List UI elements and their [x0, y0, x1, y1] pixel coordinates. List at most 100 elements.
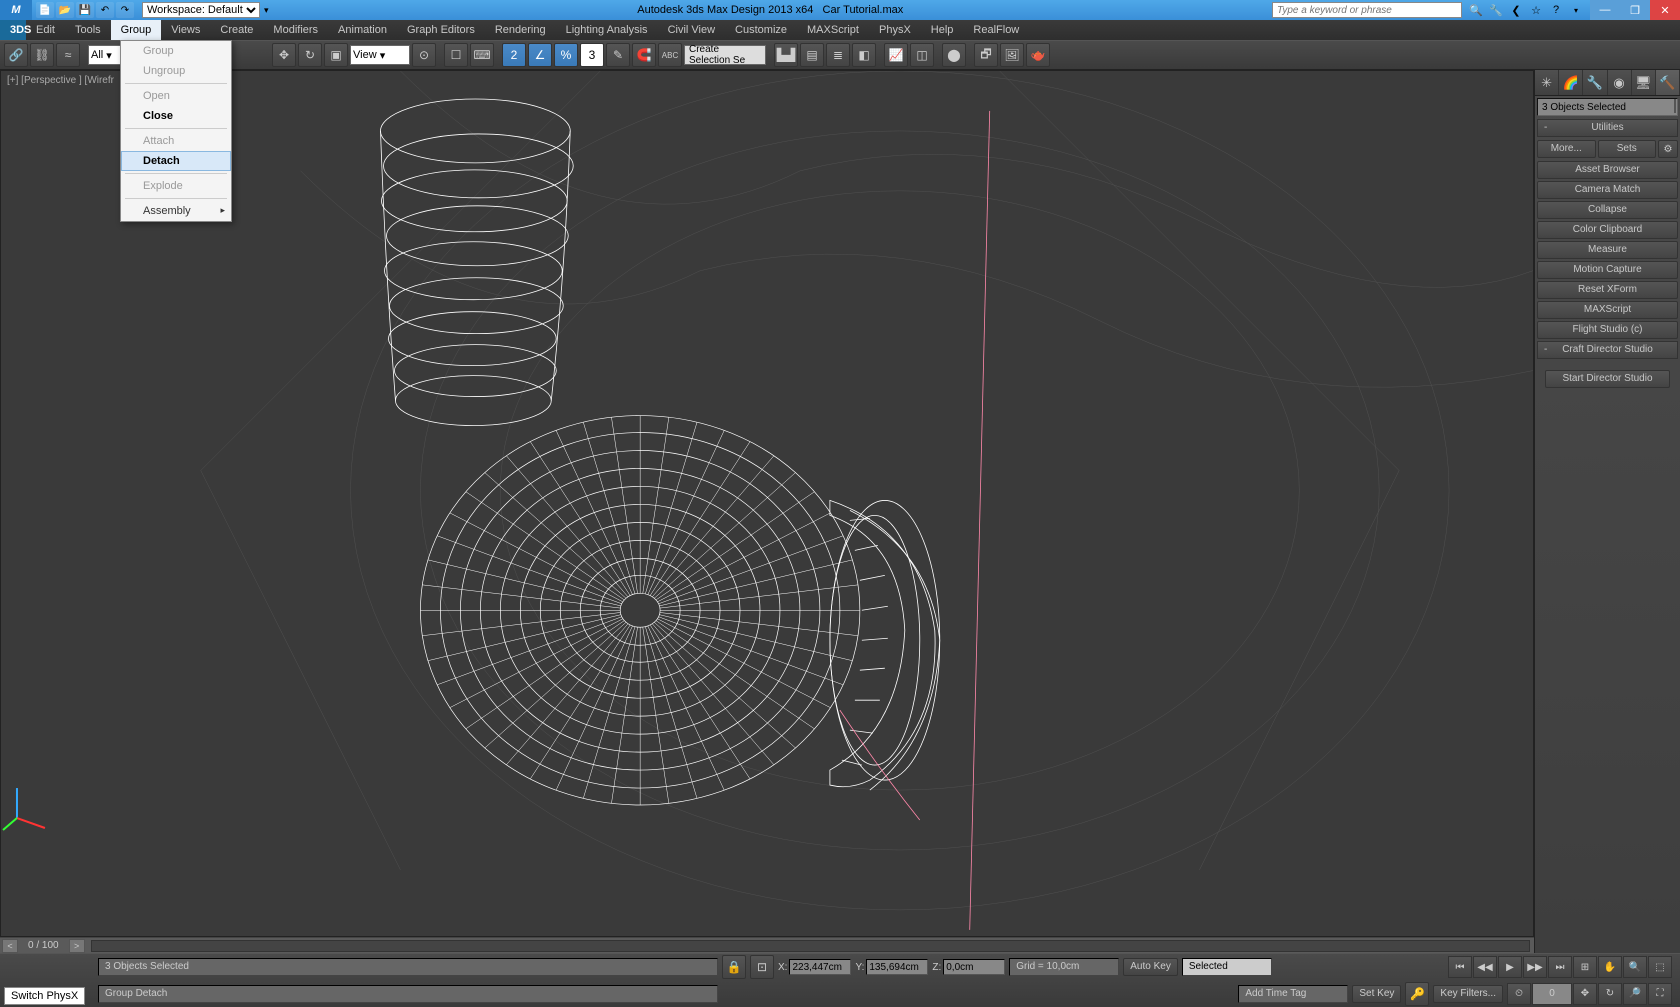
- new-file-icon[interactable]: 📄: [36, 2, 54, 18]
- app-logo[interactable]: M: [0, 0, 32, 20]
- key-icon[interactable]: 🔧: [1488, 2, 1504, 18]
- key-filters-button[interactable]: Key Filters...: [1433, 985, 1503, 1003]
- binoculars-icon[interactable]: 🔍: [1468, 2, 1484, 18]
- start-director-button[interactable]: Start Director Studio: [1545, 370, 1670, 388]
- current-frame-input[interactable]: 0: [1532, 983, 1572, 1005]
- motion-capture-button[interactable]: Motion Capture: [1537, 261, 1678, 279]
- time-slider[interactable]: < 0 / 100 >: [0, 937, 1534, 953]
- app-menu-button[interactable]: 3DS: [0, 20, 26, 40]
- material-editor-icon[interactable]: ⬤: [942, 43, 966, 67]
- x-coord-input[interactable]: [789, 959, 851, 975]
- goto-start-icon[interactable]: ⏮: [1448, 956, 1472, 978]
- menu-group[interactable]: Group: [111, 20, 162, 40]
- workspace-selector[interactable]: Workspace: Default ▾: [142, 2, 269, 18]
- graphite-icon[interactable]: ◧: [852, 43, 876, 67]
- snap-angle-icon[interactable]: ∠: [528, 43, 552, 67]
- collapse-button[interactable]: Collapse: [1537, 201, 1678, 219]
- bind-icon[interactable]: ≈: [56, 43, 80, 67]
- utilities-tab-icon[interactable]: 🔨: [1656, 70, 1680, 95]
- camera-match-button[interactable]: Camera Match: [1537, 181, 1678, 199]
- create-tab-icon[interactable]: ✳: [1535, 70, 1559, 95]
- viewport-label[interactable]: [+] [Perspective ] [Wirefr: [7, 75, 114, 86]
- more-button[interactable]: More...: [1537, 140, 1596, 158]
- unlink-icon[interactable]: ⛓: [30, 43, 54, 67]
- keyboard-shortcut-icon[interactable]: ⌨: [470, 43, 494, 67]
- named-selection-input[interactable]: Create Selection Se: [684, 45, 766, 65]
- nav-3-icon[interactable]: 🔍: [1623, 956, 1647, 978]
- dd-ungroup[interactable]: Ungroup: [121, 61, 231, 81]
- y-coord-input[interactable]: [866, 959, 928, 975]
- dd-detach[interactable]: Detach: [121, 151, 231, 171]
- dd-attach[interactable]: Attach: [121, 131, 231, 151]
- minimize-button[interactable]: —: [1590, 0, 1620, 20]
- workspace-dropdown[interactable]: Workspace: Default: [142, 2, 260, 18]
- help-search-input[interactable]: [1272, 2, 1462, 18]
- edit-named-sel-icon[interactable]: ✎: [606, 43, 630, 67]
- menu-realflow[interactable]: RealFlow: [963, 20, 1029, 40]
- align-icon[interactable]: ▤: [800, 43, 824, 67]
- key-selected-dropdown[interactable]: Selected: [1182, 958, 1272, 976]
- menu-tools[interactable]: Tools: [65, 20, 111, 40]
- dd-assembly[interactable]: Assembly: [121, 201, 231, 221]
- menu-physx[interactable]: PhysX: [869, 20, 921, 40]
- max-viewport-icon[interactable]: ⛶: [1648, 983, 1672, 1005]
- undo-icon[interactable]: ↶: [96, 2, 114, 18]
- menu-views[interactable]: Views: [161, 20, 210, 40]
- asset-browser-button[interactable]: Asset Browser: [1537, 161, 1678, 179]
- close-button[interactable]: ✕: [1650, 0, 1680, 20]
- time-config-icon[interactable]: ⏲: [1507, 983, 1531, 1005]
- communication-icon[interactable]: ❮: [1508, 2, 1524, 18]
- abc-icon[interactable]: ABC: [658, 43, 682, 67]
- object-color-swatch[interactable]: [1674, 99, 1676, 113]
- help-dropdown-icon[interactable]: ▾: [1568, 2, 1584, 18]
- play-icon[interactable]: ▶: [1498, 956, 1522, 978]
- craft-rollout-header[interactable]: Craft Director Studio: [1537, 341, 1678, 359]
- layers-icon[interactable]: ≣: [826, 43, 850, 67]
- select-manipulate-icon[interactable]: ☐: [444, 43, 468, 67]
- prev-frame-icon[interactable]: ◀◀: [1473, 956, 1497, 978]
- favorite-icon[interactable]: ☆: [1528, 2, 1544, 18]
- motion-tab-icon[interactable]: ◉: [1608, 70, 1632, 95]
- menu-civil-view[interactable]: Civil View: [658, 20, 725, 40]
- slider-prev-icon[interactable]: <: [2, 939, 18, 953]
- rotate-icon[interactable]: ↻: [298, 43, 322, 67]
- open-file-icon[interactable]: 📂: [56, 2, 74, 18]
- key-mode-icon[interactable]: 🔑: [1405, 982, 1429, 1006]
- move-icon[interactable]: ✥: [272, 43, 296, 67]
- menu-maxscript[interactable]: MAXScript: [797, 20, 869, 40]
- dd-open[interactable]: Open: [121, 86, 231, 106]
- rendered-frame-icon[interactable]: 🖼: [1000, 43, 1024, 67]
- magnet-icon[interactable]: 🧲: [632, 43, 656, 67]
- snap-2d-icon[interactable]: 2: [502, 43, 526, 67]
- nav-1-icon[interactable]: ⊞: [1573, 956, 1597, 978]
- autokey-button[interactable]: Auto Key: [1123, 958, 1178, 976]
- schematic-icon[interactable]: ◫: [910, 43, 934, 67]
- configure-button-icon[interactable]: ⚙: [1658, 140, 1678, 158]
- nav-4-icon[interactable]: ⬚: [1648, 956, 1672, 978]
- slider-next-icon[interactable]: >: [69, 939, 85, 953]
- ref-coord-dropdown[interactable]: View ▾: [350, 45, 410, 65]
- zoom-icon[interactable]: 🔎: [1623, 983, 1647, 1005]
- spinner-snap-icon[interactable]: 3: [580, 43, 604, 67]
- menu-rendering[interactable]: Rendering: [485, 20, 556, 40]
- menu-create[interactable]: Create: [210, 20, 263, 40]
- modify-tab-icon[interactable]: 🌈: [1559, 70, 1583, 95]
- flight-studio-button[interactable]: Flight Studio (c): [1537, 321, 1678, 339]
- render-production-icon[interactable]: 🫖: [1026, 43, 1050, 67]
- menu-edit[interactable]: Edit: [26, 20, 65, 40]
- maximize-button[interactable]: ❐: [1620, 0, 1650, 20]
- menu-help[interactable]: Help: [921, 20, 964, 40]
- sets-button[interactable]: Sets: [1598, 140, 1657, 158]
- save-file-icon[interactable]: 💾: [76, 2, 94, 18]
- menu-customize[interactable]: Customize: [725, 20, 797, 40]
- mirror-icon[interactable]: ▙▟: [774, 43, 798, 67]
- selection-name-input[interactable]: [1542, 99, 1674, 115]
- menu-modifiers[interactable]: Modifiers: [263, 20, 328, 40]
- lock-selection-icon[interactable]: 🔒: [722, 955, 746, 979]
- slider-track[interactable]: [91, 940, 1530, 952]
- redo-icon[interactable]: ↷: [116, 2, 134, 18]
- maxscript-mini-listener[interactable]: Switch PhysX: [4, 987, 85, 1005]
- render-setup-icon[interactable]: 🗗: [974, 43, 998, 67]
- selection-name-field[interactable]: [1537, 98, 1678, 116]
- next-frame-icon[interactable]: ▶▶: [1523, 956, 1547, 978]
